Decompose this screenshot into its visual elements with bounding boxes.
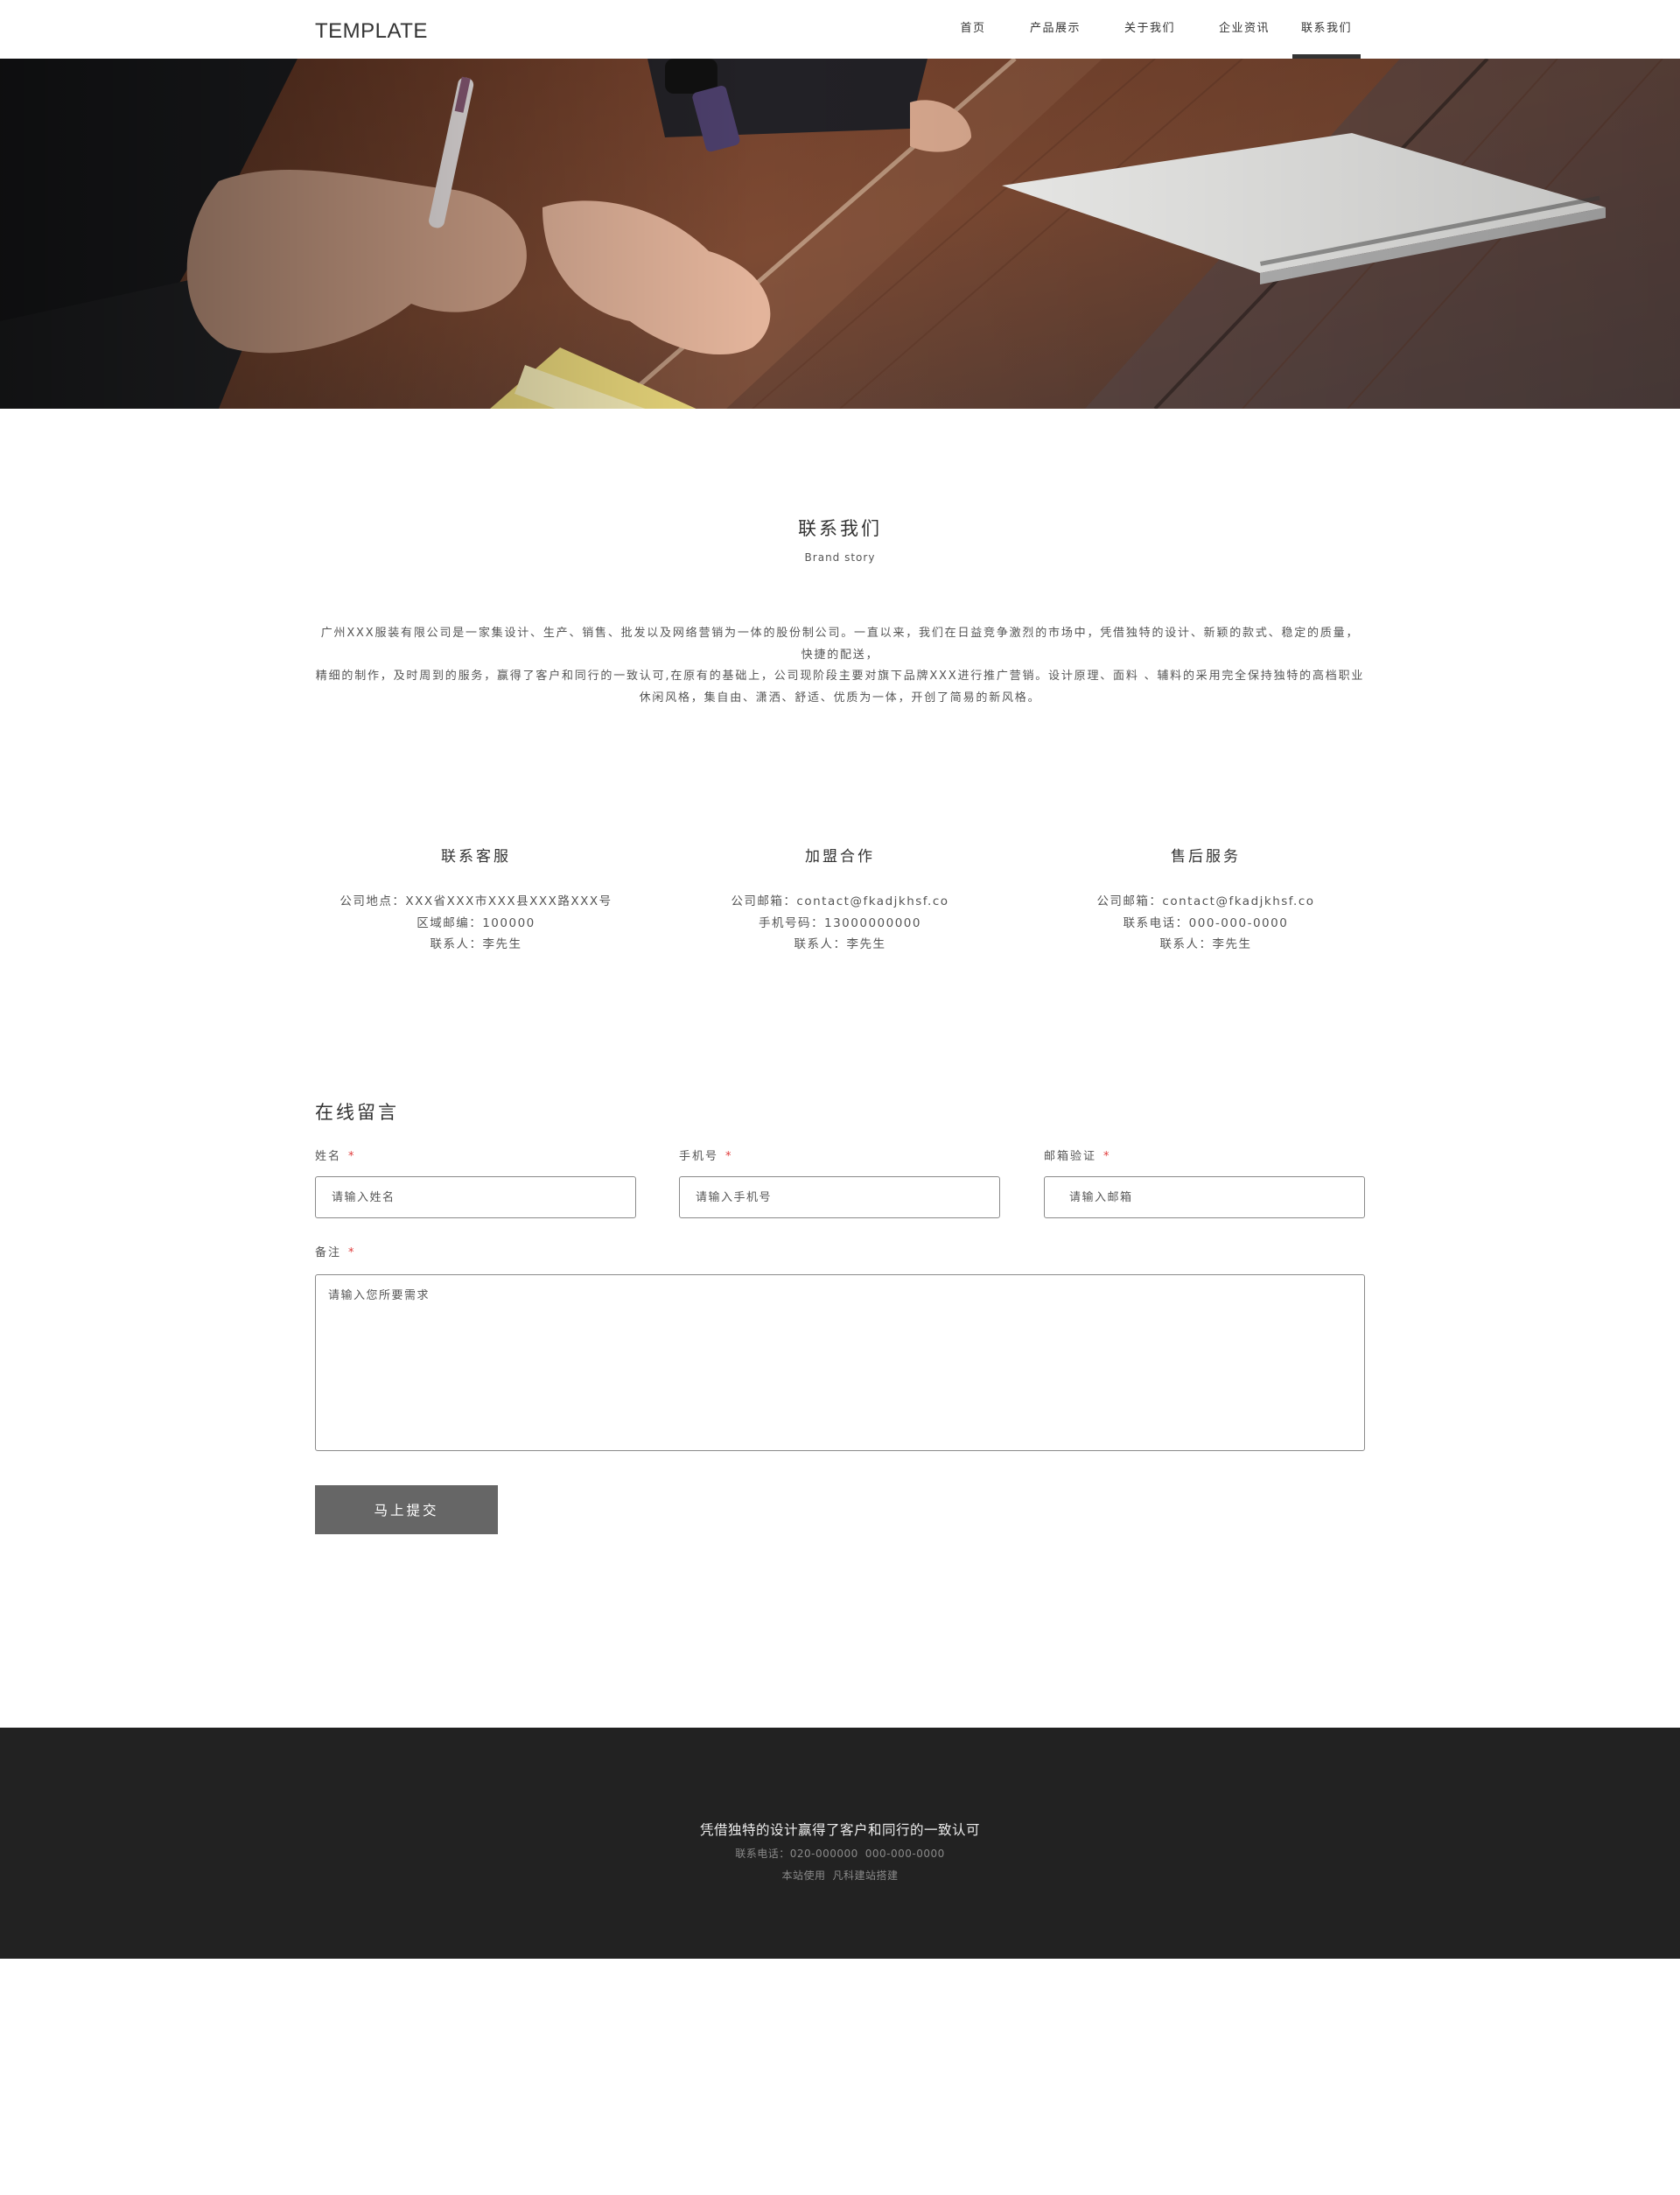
column-line: 联系人：李先生 [430,937,522,951]
site-logo[interactable]: TEMPLATE [315,0,428,59]
column-line: 公司地点：XXX省XXX市XXX县XXX路XXX号 [340,894,612,908]
footer-phone-alt: 000-000-0000 [864,1848,945,1860]
column-line: 联系人：李先生 [794,937,886,951]
site-footer: 凭借独特的设计赢得了客户和同行的一致认可 联系电话：020-000000 000-… [0,1728,1680,1959]
name-input[interactable] [315,1176,636,1218]
nav-item-news[interactable]: 企业资讯 [1196,0,1292,59]
intro-paragraph: 精细的制作，及时周到的服务，赢得了客户和同行的一致认可,在原有的基础上，公司现阶… [315,670,1365,705]
required-mark: * [348,1150,356,1163]
section-title: 联系我们 [798,518,882,539]
nav-item-home[interactable]: 首页 [939,0,1007,59]
contact-column-franchise: 加盟合作 公司邮箱：contact@fkadjkhsf.co 手机号码：1300… [682,844,998,956]
email-label: 邮箱验证 * [1044,1147,1111,1163]
footer-contact: 联系电话：020-000000 000-000-0000 [0,1846,1680,1861]
remark-textarea[interactable] [315,1274,1365,1451]
form-title: 在线留言 [315,1102,399,1123]
nav-item-about[interactable]: 关于我们 [1103,0,1196,59]
column-line: 联系人：李先生 [1159,937,1252,951]
intro-paragraph: 广州XXX服装有限公司是一家集设计、生产、销售、批发以及网络营销为一体的股份制公… [320,627,1360,662]
intro-text: 广州XXX服装有限公司是一家集设计、生产、销售、批发以及网络营销为一体的股份制公… [315,623,1365,709]
column-title: 售后服务 [1171,848,1241,866]
nav-item-products[interactable]: 产品展示 [1007,0,1103,59]
main-nav: 首页 产品展示 关于我们 企业资讯 联系我们 [939,0,1361,59]
phone-input[interactable] [679,1176,1000,1218]
remark-label: 备注 * [315,1243,356,1259]
footer-phone: 联系电话：020-000000 [735,1848,858,1860]
phone-label: 手机号 * [679,1147,733,1163]
column-line: 公司邮箱：contact@fkadjkhsf.co [1096,894,1315,908]
column-line: 手机号码：13000000000 [759,915,921,930]
footer-powered-link[interactable]: 凡科建站搭建 [833,1869,899,1882]
column-line: 公司邮箱：contact@fkadjkhsf.co [731,894,949,908]
required-mark: * [1103,1150,1111,1163]
submit-button[interactable]: 马上提交 [315,1485,498,1534]
footer-powered-text: 本站使用 [781,1869,826,1882]
name-label: 姓名 * [315,1147,356,1163]
email-input[interactable] [1044,1176,1365,1218]
contact-column-customer-service: 联系客服 公司地点：XXX省XXX市XXX县XXX路XXX号 区域邮编：1000… [318,844,634,956]
name-label-text: 姓名 [315,1150,342,1163]
site-header: TEMPLATE 首页 产品展示 关于我们 企业资讯 联系我们 [0,0,1680,59]
remark-label-text: 备注 [315,1246,342,1259]
column-line: 区域邮编：100000 [416,915,536,930]
required-mark: * [348,1246,356,1259]
hero-banner-image [0,59,1680,409]
email-label-text: 邮箱验证 [1044,1150,1097,1163]
phone-label-text: 手机号 [679,1150,719,1163]
footer-powered: 本站使用 凡科建站搭建 [0,1868,1680,1883]
section-subtitle: Brand story [804,551,876,564]
required-mark: * [725,1150,733,1163]
column-title: 联系客服 [441,848,511,866]
footer-title: 凭借独特的设计赢得了客户和同行的一致认可 [699,1822,980,1838]
column-line: 联系电话：000-000-0000 [1123,915,1289,930]
column-title: 加盟合作 [805,848,875,866]
nav-item-contact[interactable]: 联系我们 [1292,0,1361,59]
contact-column-after-sales: 售后服务 公司邮箱：contact@fkadjkhsf.co 联系电话：000-… [1048,844,1363,956]
